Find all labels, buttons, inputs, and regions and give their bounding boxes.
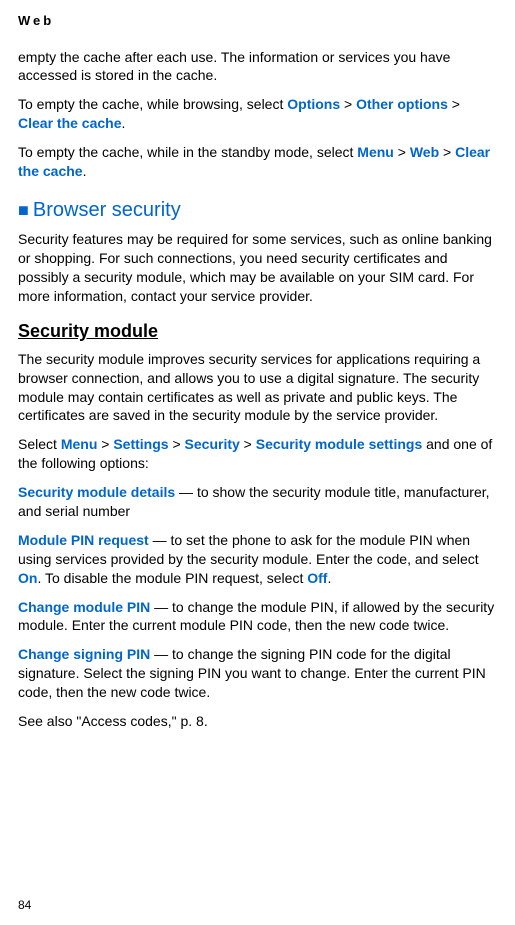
separator: > xyxy=(240,436,256,452)
paragraph-cache-intro: empty the cache after each use. The info… xyxy=(18,48,497,86)
section-title: Browser security xyxy=(33,199,181,221)
paragraph-change-signing-pin: Change signing PIN — to change the signi… xyxy=(18,645,497,702)
paragraph-empty-cache-standby: To empty the cache, while in the standby… xyxy=(18,143,497,181)
text: . To disable the module PIN request, sel… xyxy=(37,570,307,586)
separator: > xyxy=(97,436,113,452)
menu-link: Menu xyxy=(357,144,394,160)
subsection-heading-security-module: Security module xyxy=(18,319,497,343)
paragraph-select-path: Select Menu > Settings > Security > Secu… xyxy=(18,435,497,473)
other-options-link: Other options xyxy=(356,96,448,112)
separator: > xyxy=(394,144,410,160)
settings-link: Settings xyxy=(113,436,168,452)
paragraph-empty-cache-browsing: To empty the cache, while browsing, sele… xyxy=(18,95,497,133)
off-link: Off xyxy=(307,570,327,586)
web-link: Web xyxy=(410,144,439,160)
section-heading-browser-security: ■Browser security xyxy=(18,197,497,224)
security-module-settings-link: Security module settings xyxy=(256,436,422,452)
change-signing-pin-link: Change signing PIN xyxy=(18,646,150,662)
text: . xyxy=(122,115,126,131)
separator: > xyxy=(448,96,460,112)
paragraph-security-module-details: Security module details — to show the se… xyxy=(18,483,497,521)
module-pin-request-link: Module PIN request xyxy=(18,532,149,548)
paragraph-change-module-pin: Change module PIN — to change the module… xyxy=(18,598,497,636)
text: To empty the cache, while in the standby… xyxy=(18,144,357,160)
text: . xyxy=(327,570,331,586)
options-link: Options xyxy=(287,96,340,112)
on-link: On xyxy=(18,570,37,586)
text: To empty the cache, while browsing, sele… xyxy=(18,96,287,112)
square-bullet-icon: ■ xyxy=(18,200,29,220)
change-module-pin-link: Change module PIN xyxy=(18,599,150,615)
separator: > xyxy=(169,436,185,452)
paragraph-security-module-desc: The security module improves security se… xyxy=(18,350,497,426)
paragraph-module-pin-request: Module PIN request — to set the phone to… xyxy=(18,531,497,588)
paragraph-security-intro: Security features may be required for so… xyxy=(18,230,497,306)
text: Select xyxy=(18,436,61,452)
page-number: 84 xyxy=(18,897,31,913)
security-module-details-link: Security module details xyxy=(18,484,175,500)
paragraph-see-also: See also "Access codes," p. 8. xyxy=(18,712,497,731)
separator: > xyxy=(340,96,356,112)
security-link: Security xyxy=(185,436,240,452)
clear-cache-link: Clear the cache xyxy=(18,115,122,131)
menu-link: Menu xyxy=(61,436,98,452)
separator: > xyxy=(439,144,455,160)
page-header: Web xyxy=(18,12,497,30)
text: . xyxy=(83,163,87,179)
